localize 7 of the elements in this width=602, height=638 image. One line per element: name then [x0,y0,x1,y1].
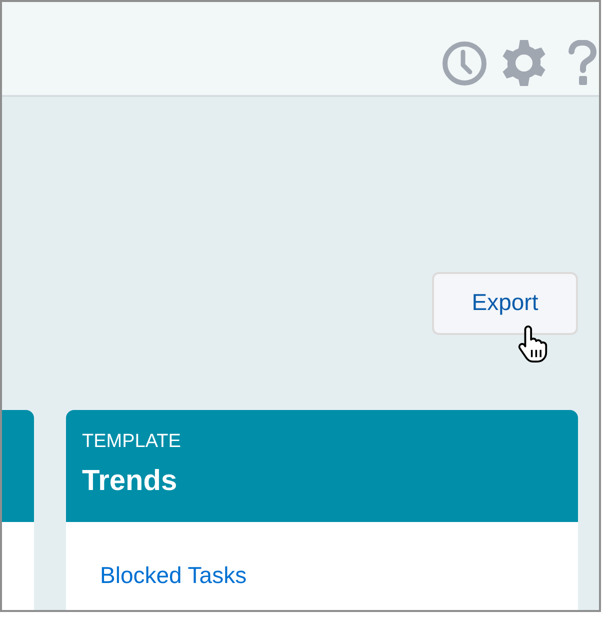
card-title: Trends [82,464,178,498]
help-icon[interactable] [568,40,597,86]
settings-icon[interactable] [502,40,546,86]
history-icon[interactable] [442,41,487,86]
card-label: TEMPLATE [82,430,181,454]
export-button[interactable]: Export [432,272,578,335]
report-link[interactable]: Blocked Tasks [100,560,247,590]
